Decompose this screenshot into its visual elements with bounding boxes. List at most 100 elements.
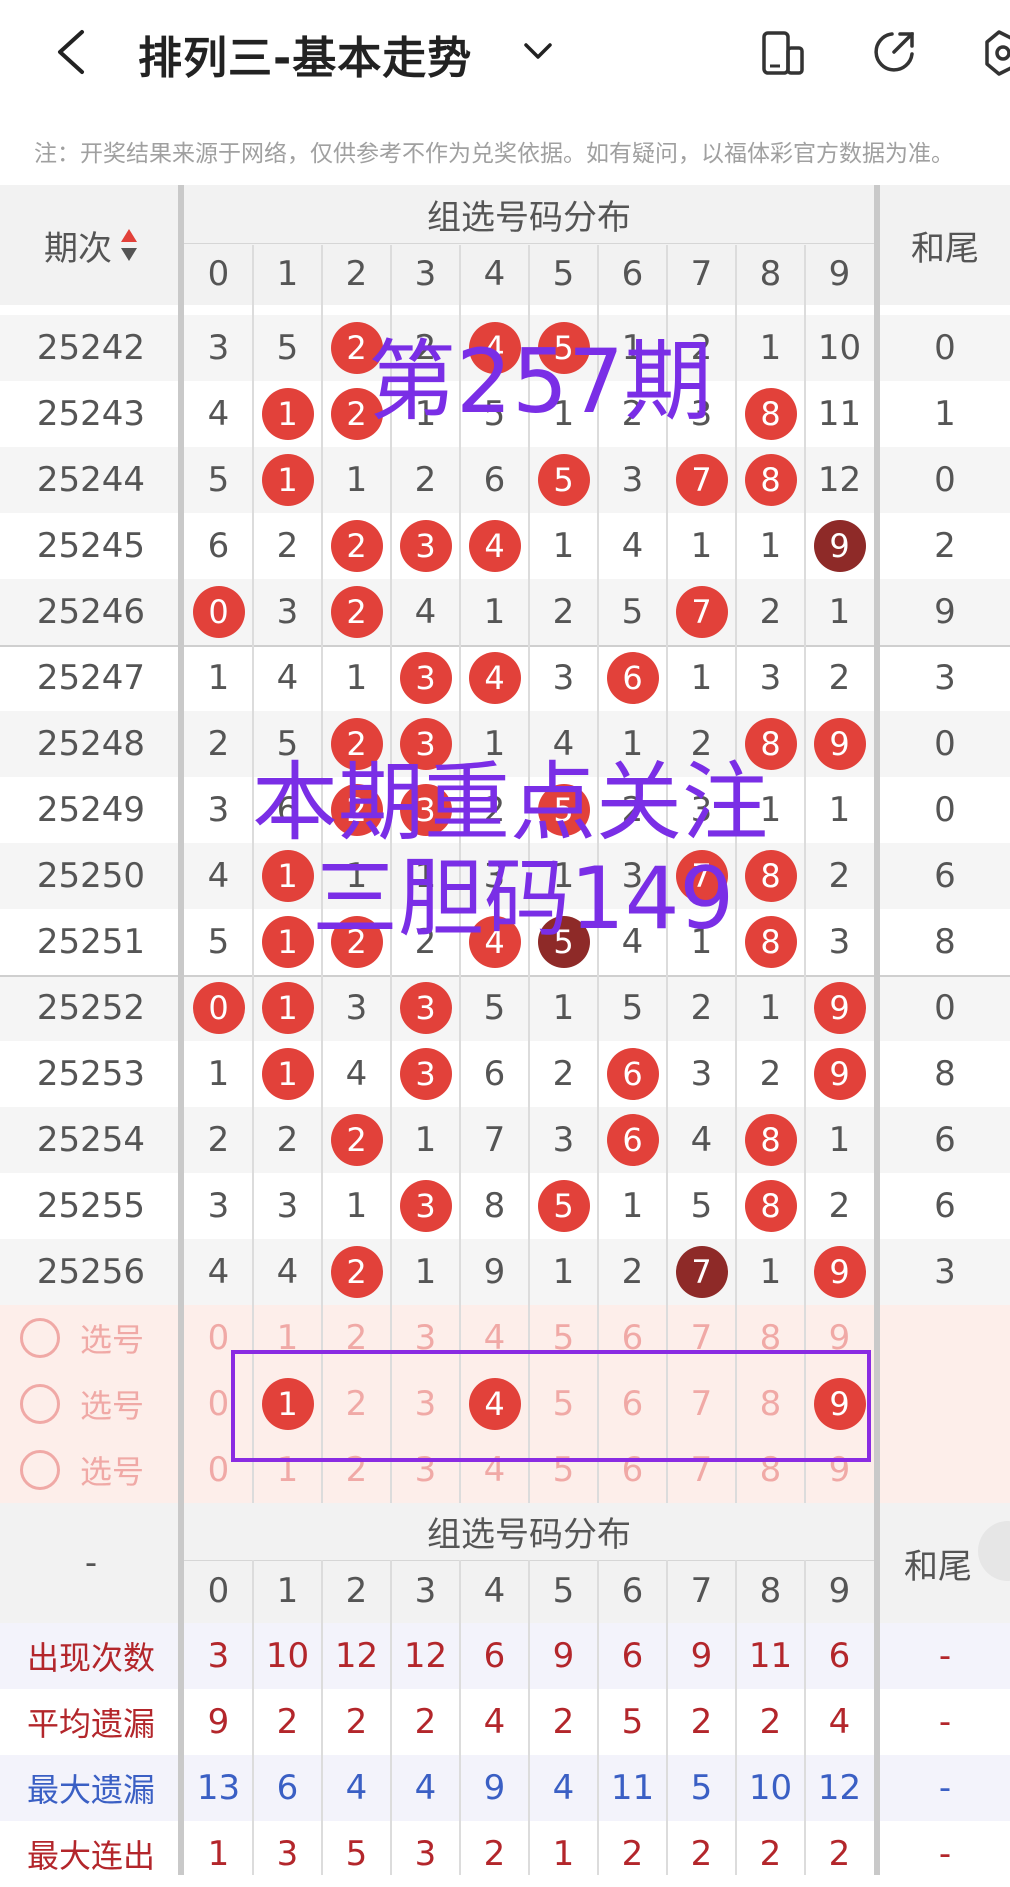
drawn-ball: 7 bbox=[675, 454, 728, 506]
table-cell: 3 bbox=[207, 790, 230, 830]
table-cell: 8 bbox=[736, 381, 805, 447]
table-cell: 2 bbox=[322, 1107, 391, 1173]
overlay-issue-text: 第257期 bbox=[368, 330, 712, 433]
drawn-ball: 9 bbox=[813, 520, 866, 572]
column-divider bbox=[390, 1560, 392, 1875]
table-cell: 2 bbox=[690, 988, 713, 1028]
drawn-ball: 8 bbox=[744, 454, 797, 506]
table-cell: 9 bbox=[483, 1252, 506, 1292]
table-cell: 1 bbox=[345, 658, 368, 698]
page-title[interactable]: 排列三-基本走势 bbox=[138, 22, 472, 86]
stats-value: 2 bbox=[345, 1702, 368, 1742]
overlay-focus-text: 本期重点关注 bbox=[252, 753, 768, 853]
drawn-ball: 1 bbox=[261, 1048, 314, 1100]
table-cell: 9 bbox=[805, 1239, 874, 1305]
table-cell: 1 bbox=[621, 1186, 644, 1226]
share-icon[interactable] bbox=[870, 28, 918, 76]
table-cell: 1 bbox=[759, 988, 782, 1028]
stats-value: 4 bbox=[483, 1702, 506, 1742]
stats-value: 2 bbox=[483, 1834, 506, 1874]
table-cell: 1 bbox=[414, 1252, 437, 1292]
table-cell: 2 bbox=[552, 1054, 575, 1094]
drawn-ball: 1 bbox=[261, 982, 314, 1034]
table-cell: 3 bbox=[207, 328, 230, 368]
table-cell: 2 bbox=[322, 579, 391, 645]
drawn-ball: 3 bbox=[399, 1180, 452, 1232]
stats-row-label: 出现次数 bbox=[26, 1639, 155, 1677]
radio-icon[interactable] bbox=[20, 1450, 60, 1490]
table-row-tail: 0 bbox=[934, 328, 956, 368]
table-row-tail: 3 bbox=[934, 658, 956, 698]
table-cell: 4 bbox=[690, 1120, 713, 1160]
table-row-tail: 6 bbox=[934, 1186, 956, 1226]
drawn-ball: 8 bbox=[744, 850, 797, 902]
layout-icon[interactable] bbox=[760, 30, 806, 76]
drawn-ball: 2 bbox=[330, 520, 383, 572]
stats-row-tail: - bbox=[938, 1768, 952, 1808]
stats-value: 2 bbox=[276, 1702, 299, 1742]
stats-value: 6 bbox=[828, 1636, 851, 1676]
stats-digit-header: 8 bbox=[759, 1571, 782, 1611]
table-cell: 3 bbox=[391, 1173, 460, 1239]
table-row-period: 25242 bbox=[36, 328, 146, 368]
column-divider bbox=[666, 1560, 668, 1875]
stats-value: 6 bbox=[621, 1636, 644, 1676]
stats-value: 5 bbox=[690, 1768, 713, 1808]
chevron-down-icon[interactable] bbox=[520, 36, 556, 66]
select-row-toggle[interactable]: 选号 bbox=[20, 1371, 170, 1437]
digit-header: 7 bbox=[690, 254, 713, 294]
table-cell: 1 bbox=[552, 988, 575, 1028]
table-cell: 1 bbox=[759, 328, 782, 368]
stats-value: 2 bbox=[621, 1834, 644, 1874]
settings-icon[interactable] bbox=[985, 28, 1010, 78]
table-cell: 1 bbox=[552, 1252, 575, 1292]
digit-header: 0 bbox=[207, 254, 230, 294]
radio-icon[interactable] bbox=[20, 1318, 60, 1358]
table-cell: 3 bbox=[828, 922, 851, 962]
table-cell: 4 bbox=[414, 592, 437, 632]
table-row-tail: 1 bbox=[934, 394, 956, 434]
table-row-period: 25244 bbox=[36, 460, 146, 500]
drawn-ball: 2 bbox=[330, 1114, 383, 1166]
radio-icon[interactable] bbox=[20, 1384, 60, 1424]
table-cell: 5 bbox=[276, 328, 299, 368]
drawn-ball: 9 bbox=[813, 1048, 866, 1100]
select-row-toggle[interactable]: 选号 bbox=[20, 1305, 170, 1371]
select-row-toggle[interactable]: 选号 bbox=[20, 1437, 170, 1503]
table-cell: 6 bbox=[483, 1054, 506, 1094]
column-divider bbox=[252, 1560, 254, 1875]
drawn-ball: 9 bbox=[813, 982, 866, 1034]
table-row-period: 25248 bbox=[36, 724, 146, 764]
table-cell: 5 bbox=[207, 922, 230, 962]
table-cell: 4 bbox=[460, 645, 529, 711]
table-cell: 3 bbox=[207, 1186, 230, 1226]
table-cell: 6 bbox=[483, 460, 506, 500]
drawn-ball: 1 bbox=[261, 916, 314, 968]
overlay-picks-text: 三胆码149 bbox=[312, 849, 735, 949]
sort-icon[interactable] bbox=[120, 227, 138, 263]
stats-value: 9 bbox=[207, 1702, 230, 1742]
table-cell: 9 bbox=[805, 975, 874, 1041]
stats-value: 12 bbox=[817, 1768, 862, 1808]
table-cell: 3 bbox=[552, 1120, 575, 1160]
stats-value: 3 bbox=[207, 1636, 230, 1676]
table-row-tail: 2 bbox=[934, 526, 956, 566]
table-cell: 1 bbox=[253, 1041, 322, 1107]
stats-digit-header: 5 bbox=[552, 1571, 575, 1611]
table-cell: 3 bbox=[552, 658, 575, 698]
digit-header: 8 bbox=[759, 254, 782, 294]
table-row-tail: 8 bbox=[934, 1054, 956, 1094]
table-cell: 3 bbox=[276, 1186, 299, 1226]
table-cell: 3 bbox=[345, 988, 368, 1028]
stats-value: 12 bbox=[403, 1636, 448, 1676]
table-cell: 8 bbox=[736, 447, 805, 513]
table-cell: 2 bbox=[414, 460, 437, 500]
column-header-period[interactable]: 期次 bbox=[0, 205, 182, 285]
column-divider bbox=[735, 1560, 737, 1875]
stats-value: 1 bbox=[552, 1834, 575, 1874]
table-cell: 6 bbox=[598, 1107, 667, 1173]
table-cell: 1 bbox=[690, 526, 713, 566]
table-cell: 4 bbox=[207, 856, 230, 896]
back-icon[interactable] bbox=[52, 28, 88, 76]
table-cell: 5 bbox=[690, 1186, 713, 1226]
